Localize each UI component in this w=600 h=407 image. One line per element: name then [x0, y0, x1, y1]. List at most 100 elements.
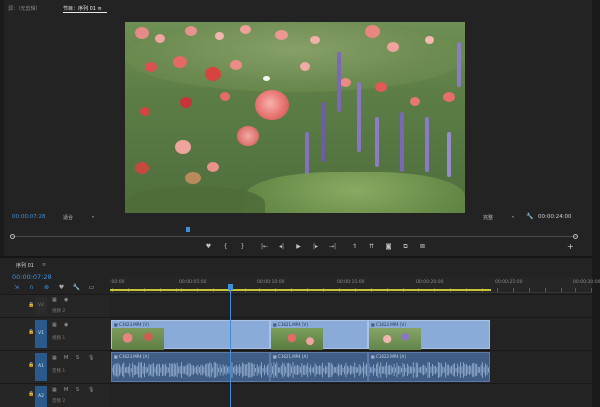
- mark-in-icon[interactable]: {: [217, 242, 234, 252]
- track-name-v1: 视频 1: [52, 336, 66, 341]
- lock-icon[interactable]: 🔒: [28, 329, 34, 335]
- settings-icon[interactable]: ⊠: [414, 242, 431, 252]
- track-name-a2: 音频 2: [52, 399, 66, 404]
- video-clip[interactable]: ▩ C1622.MP4 [V]: [368, 320, 490, 350]
- ruler-label: :00:00: [110, 280, 125, 285]
- microphone-icon[interactable]: 🎙: [88, 355, 94, 361]
- export-frame-icon[interactable]: ◙: [380, 242, 397, 252]
- audio-waveform: [271, 362, 367, 378]
- insert-overwrite-icon[interactable]: ⇲: [12, 284, 21, 292]
- tab-menu-icon[interactable]: ≡: [42, 262, 46, 268]
- sync-lock-icon[interactable]: ▦: [52, 355, 57, 361]
- step-back-icon[interactable]: ◂|: [273, 242, 290, 252]
- mute-button[interactable]: M: [64, 387, 68, 393]
- mark-out-icon[interactable]: }: [234, 242, 251, 252]
- clip-thumbnail: [271, 328, 323, 350]
- video-preview[interactable]: [125, 22, 465, 213]
- button-editor-add[interactable]: +: [567, 242, 574, 251]
- ruler-tick: [513, 288, 514, 292]
- ruler-label: 00:00:30:00: [573, 280, 600, 285]
- playback-resolution-select[interactable]: 完整: [483, 214, 493, 221]
- compare-icon[interactable]: ⧉: [397, 242, 414, 252]
- ruler-tick: [561, 288, 562, 292]
- sync-lock-icon[interactable]: ▦: [52, 297, 57, 303]
- ruler-label: 00:00:05:00: [179, 280, 207, 285]
- transport-controls: ♥{} |← ◂| ▶ |▸ →| ⇑ ⇈ ◙ ⧉ ⊠: [200, 242, 431, 252]
- zoom-fit-select[interactable]: 适合: [63, 214, 73, 221]
- ruler-label: 00:00:15:00: [337, 280, 365, 285]
- tab-source-monitor[interactable]: 源：（无剪辑）: [8, 5, 41, 12]
- ruler-tick: [545, 288, 546, 292]
- ruler-tick: [497, 288, 498, 292]
- eye-icon[interactable]: ◉: [64, 297, 68, 303]
- work-area-bar[interactable]: [110, 289, 491, 291]
- audio-waveform: [112, 362, 269, 378]
- captions-icon[interactable]: ▭: [87, 284, 96, 292]
- track-target-v1[interactable]: V1: [35, 320, 47, 348]
- timeline-timecode[interactable]: 00:00:07:28: [12, 273, 52, 281]
- play-icon[interactable]: ▶: [290, 242, 307, 252]
- tab-sequence-01[interactable]: 序列 01: [16, 262, 34, 269]
- video-clip[interactable]: ▩ C1623.MP4 [V]: [111, 320, 270, 350]
- video-clip-label: ▩ C1622.MP4 [V]: [371, 322, 406, 327]
- magnet-snap-icon[interactable]: ∩: [27, 284, 36, 292]
- waveform-path: [112, 362, 269, 378]
- ruler-tick: [529, 288, 530, 292]
- extract-icon[interactable]: ⇈: [363, 242, 380, 252]
- track-target-a2[interactable]: A2: [35, 386, 47, 407]
- lock-icon[interactable]: 🔒: [28, 391, 34, 397]
- solo-button[interactable]: S: [76, 387, 79, 393]
- active-tab-underline: [63, 12, 107, 13]
- lock-icon[interactable]: 🔒: [28, 302, 34, 308]
- clip-thumbnail: [112, 328, 164, 350]
- step-forward-icon[interactable]: |▸: [307, 242, 324, 252]
- chevron-down-icon[interactable]: ▾: [512, 214, 514, 219]
- video-clip-label: ▩ C1623.MP4 [V]: [114, 322, 149, 327]
- scrub-bar[interactable]: [12, 236, 578, 237]
- ruler-label: 00:00:10:00: [257, 280, 285, 285]
- microphone-icon[interactable]: 🎙: [88, 387, 94, 393]
- timeline-playhead-line[interactable]: [230, 290, 231, 407]
- video-clip[interactable]: ▩ C1621.MP4 [V]: [270, 320, 368, 350]
- scrub-end-handle[interactable]: [573, 234, 578, 239]
- track-target-a1[interactable]: A1: [35, 353, 47, 381]
- chevron-down-icon[interactable]: ▾: [92, 214, 94, 219]
- linked-selection-icon[interactable]: ⊗: [42, 284, 51, 292]
- add-marker-icon[interactable]: ♥: [57, 284, 66, 292]
- mute-button[interactable]: M: [64, 355, 68, 361]
- tab-program-monitor[interactable]: 节目：序列 01 ≡: [63, 5, 102, 12]
- sync-lock-icon[interactable]: ▦: [52, 322, 57, 328]
- go-to-out-icon[interactable]: →|: [324, 242, 341, 252]
- audio-clip[interactable]: ▩ C1622.MP4 [A]: [368, 352, 490, 382]
- right-panel-edge: [592, 0, 600, 407]
- ruler-tick: [575, 288, 576, 292]
- solo-button[interactable]: S: [76, 355, 79, 361]
- clip-thumbnail: [369, 328, 421, 350]
- video-clip-label: ▩ C1621.MP4 [V]: [273, 322, 308, 327]
- go-to-in-icon[interactable]: |←: [256, 242, 273, 252]
- monitor-playhead[interactable]: [186, 227, 190, 232]
- lift-icon[interactable]: ⇑: [346, 242, 363, 252]
- marker-icon[interactable]: ♥: [200, 242, 217, 252]
- wrench-icon[interactable]: 🔧: [526, 213, 533, 220]
- audio-clip[interactable]: ▩ C1621.MP4 [A]: [270, 352, 368, 382]
- lock-icon[interactable]: 🔒: [28, 362, 34, 368]
- playhead-timecode[interactable]: 00:00:07:28: [12, 214, 46, 220]
- timeline-settings-icon[interactable]: 🔧: [72, 284, 81, 292]
- panel-edge: [0, 0, 4, 256]
- ruler-label: 00:00:25:00: [495, 280, 523, 285]
- audio-clip[interactable]: ▩ C1623.MP4 [A]: [111, 352, 270, 382]
- duration-timecode: 00:00:24:00: [538, 214, 572, 220]
- scrub-start-handle[interactable]: [10, 234, 15, 239]
- track-name-v2: 视频 2: [52, 309, 66, 314]
- sync-lock-icon[interactable]: ▦: [52, 387, 57, 393]
- track-name-a1: 音频 1: [52, 369, 66, 374]
- track-label-v2: V2: [38, 303, 44, 308]
- timeline-tools: ⇲ ∩ ⊗ ♥ 🔧 ▭: [12, 284, 96, 292]
- eye-icon[interactable]: ◉: [64, 322, 68, 328]
- ruler-label: 00:00:20:00: [416, 280, 444, 285]
- waveform-path: [271, 362, 367, 378]
- ruler-tick: [591, 288, 592, 292]
- waveform-path: [369, 362, 489, 378]
- audio-waveform: [369, 362, 489, 378]
